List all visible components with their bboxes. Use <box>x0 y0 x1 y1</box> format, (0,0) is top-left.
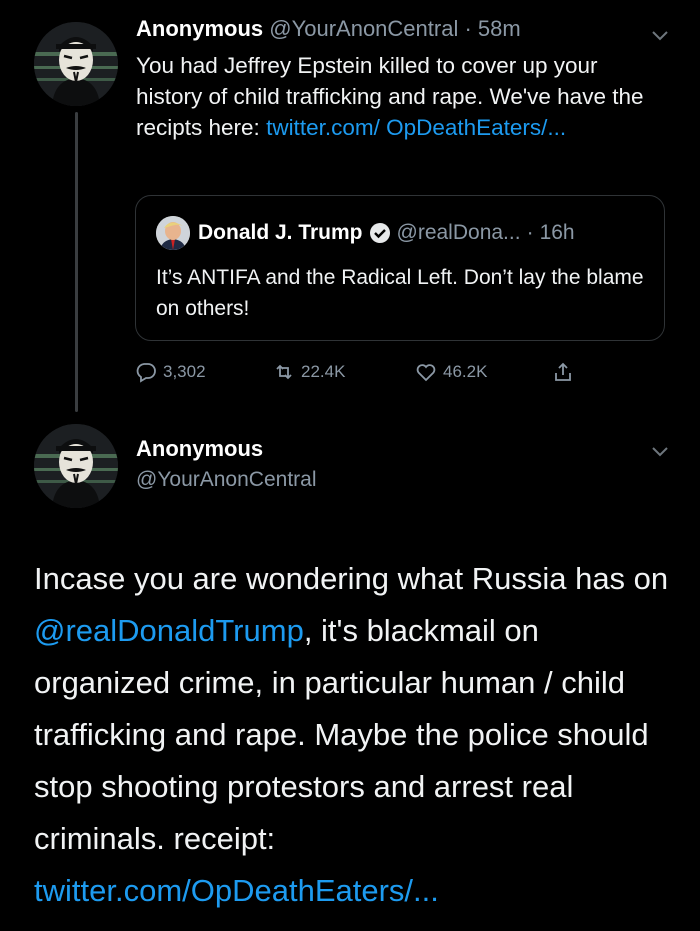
quoted-tweet-text: It’s ANTIFA and the Radical Left. Don’t … <box>156 266 644 320</box>
share-icon <box>555 362 571 381</box>
heart-icon <box>416 364 436 382</box>
verified-badge-icon <box>369 223 390 243</box>
reply-count: 3,302 <box>163 362 206 381</box>
share-button[interactable] <box>552 358 574 386</box>
quoted-tweet[interactable]: Donald J. Trump @realDona... · 16h It’s … <box>135 195 665 341</box>
quoted-tweet-header: Donald J. Trump @realDona... · 16h <box>156 216 575 250</box>
separator: · <box>464 16 472 41</box>
tweet-link[interactable]: twitter.com/ OpDeathEaters/... <box>266 115 566 140</box>
like-button[interactable]: 46.2K <box>415 358 487 386</box>
retweet-button[interactable]: 22.4K <box>273 358 345 386</box>
separator: · <box>526 221 534 244</box>
like-count: 46.2K <box>443 362 488 381</box>
tweet-text-content: , it's blackmail on organized crime, in … <box>34 613 649 856</box>
tweet-actions: 3,302 22.4K 46.2K <box>135 358 595 386</box>
author-name[interactable]: Anonymous <box>136 16 263 41</box>
avatar[interactable] <box>34 424 118 508</box>
quoted-author-handle[interactable]: @realDona... <box>397 221 521 245</box>
mention-link[interactable]: @realDonaldTrump <box>34 613 304 648</box>
reply-button[interactable]: 3,302 <box>135 358 206 386</box>
chevron-down-icon[interactable] <box>651 446 669 458</box>
reply-icon <box>136 363 156 383</box>
tweet-header: Anonymous @YourAnonCentral · 58m <box>136 16 521 42</box>
quoted-author-name[interactable]: Donald J. Trump <box>198 221 363 245</box>
author-handle[interactable]: @YourAnonCentral <box>269 16 458 41</box>
author-name[interactable]: Anonymous <box>136 436 263 462</box>
tweet-link[interactable]: twitter.com/OpDeathEaters/... <box>34 873 439 908</box>
avatar[interactable] <box>34 22 118 106</box>
timestamp[interactable]: 58m <box>478 16 521 41</box>
retweet-icon <box>276 364 292 380</box>
tweet-text: You had Jeffrey Epstein killed to cover … <box>136 50 656 143</box>
chevron-down-icon[interactable] <box>651 30 669 42</box>
quoted-timestamp: 16h <box>539 221 575 244</box>
tweet-text-content: Incase you are wondering what Russia has… <box>34 561 669 596</box>
thread-connector-line <box>75 112 78 412</box>
retweet-count: 22.4K <box>301 362 346 381</box>
avatar <box>156 216 190 250</box>
tweet-text: Incase you are wondering what Russia has… <box>34 553 674 917</box>
author-handle[interactable]: @YourAnonCentral <box>136 468 317 492</box>
